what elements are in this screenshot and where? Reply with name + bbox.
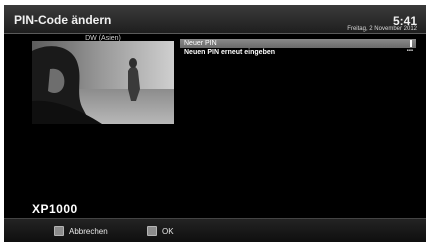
text-cursor (410, 40, 412, 47)
green-key-icon (147, 226, 157, 236)
ok-button[interactable]: OK (147, 225, 174, 237)
pin-field-list: Neuer PIN ▪▪▪ Neuen PIN erneut eingeben (180, 39, 416, 57)
page-title: PIN-Code ändern (14, 13, 112, 27)
new-pin-field[interactable]: Neuer PIN ▪▪▪ (180, 39, 416, 54)
new-pin-label: Neuer PIN (184, 40, 217, 47)
ok-label: OK (162, 226, 174, 236)
cancel-button[interactable]: Abbrechen (54, 225, 108, 237)
button-bar: Abbrechen OK (4, 218, 426, 242)
red-key-icon (54, 226, 64, 236)
video-preview (32, 41, 174, 124)
clock-date: Freitag, 2 November 2012 (347, 26, 417, 32)
video-preview-image (32, 41, 174, 124)
device-model: XP1000 (32, 202, 78, 216)
cancel-label: Abbrechen (69, 226, 108, 236)
tv-screen: PIN-Code ändern 5:41 Freitag, 2 November… (4, 5, 426, 242)
repeat-pin-field[interactable]: Neuen PIN erneut eingeben (180, 48, 416, 57)
repeat-pin-label: Neuen PIN erneut eingeben (184, 49, 276, 56)
header-bar: PIN-Code ändern 5:41 Freitag, 2 November… (4, 5, 426, 34)
